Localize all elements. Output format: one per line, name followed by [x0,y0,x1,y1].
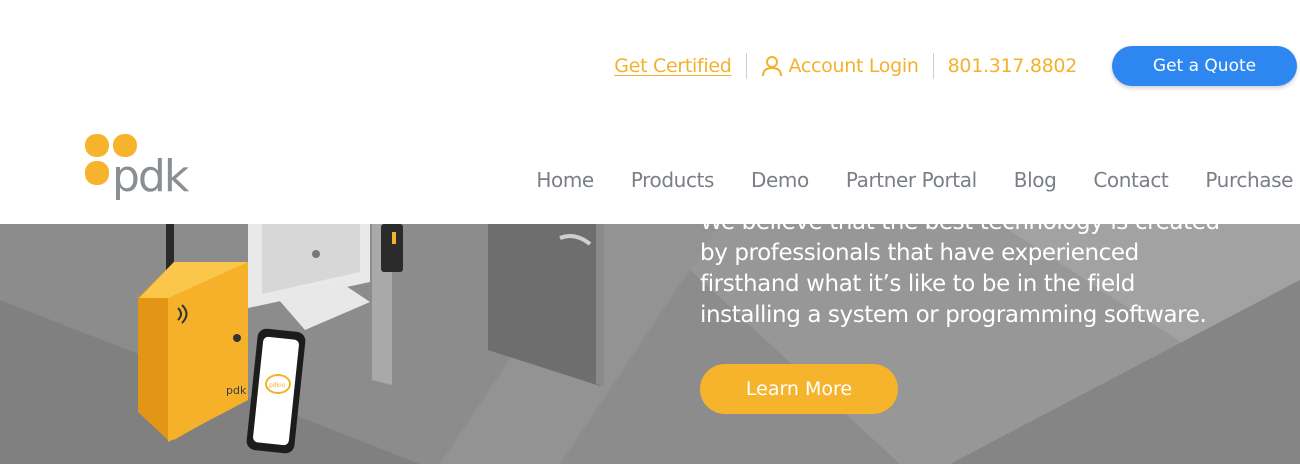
nav-item-demo[interactable]: Demo [751,168,809,192]
nav-item-purchase[interactable]: Purchase [1205,168,1293,192]
get-a-quote-button[interactable]: Get a Quote [1112,46,1297,86]
phone-link[interactable]: 801.317.8802 [948,55,1078,77]
divider [932,53,934,79]
hero-description: We believe that the best technology is c… [700,209,1220,328]
panel-logo-text: pdk [226,384,247,397]
pdk-logo[interactable]: pdk [84,133,204,209]
nav-item-home[interactable]: Home [536,168,594,192]
pdk-logo-text: pdk [112,151,190,202]
pdk-logo-mark: pdk [85,134,192,202]
learn-more-button[interactable]: Learn More [700,364,898,414]
utility-bar: Get Certified Account Login 801.317.8802… [614,46,1300,86]
divider [745,53,747,79]
user-icon [761,56,782,77]
nav-item-partner-portal[interactable]: Partner Portal [846,168,977,192]
nav-item-products[interactable]: Products [631,168,715,192]
nav-item-contact[interactable]: Contact [1093,168,1168,192]
phone-app-logo: pdkio [269,382,286,389]
main-nav: Home Products Demo Partner Portal Blog C… [536,168,1293,192]
account-login-label: Account Login [788,55,919,77]
account-login-link[interactable]: Account Login [761,55,919,77]
get-certified-link[interactable]: Get Certified [614,55,732,77]
site-header: Get Certified Account Login 801.317.8802… [0,0,1300,224]
nav-item-blog[interactable]: Blog [1014,168,1057,192]
